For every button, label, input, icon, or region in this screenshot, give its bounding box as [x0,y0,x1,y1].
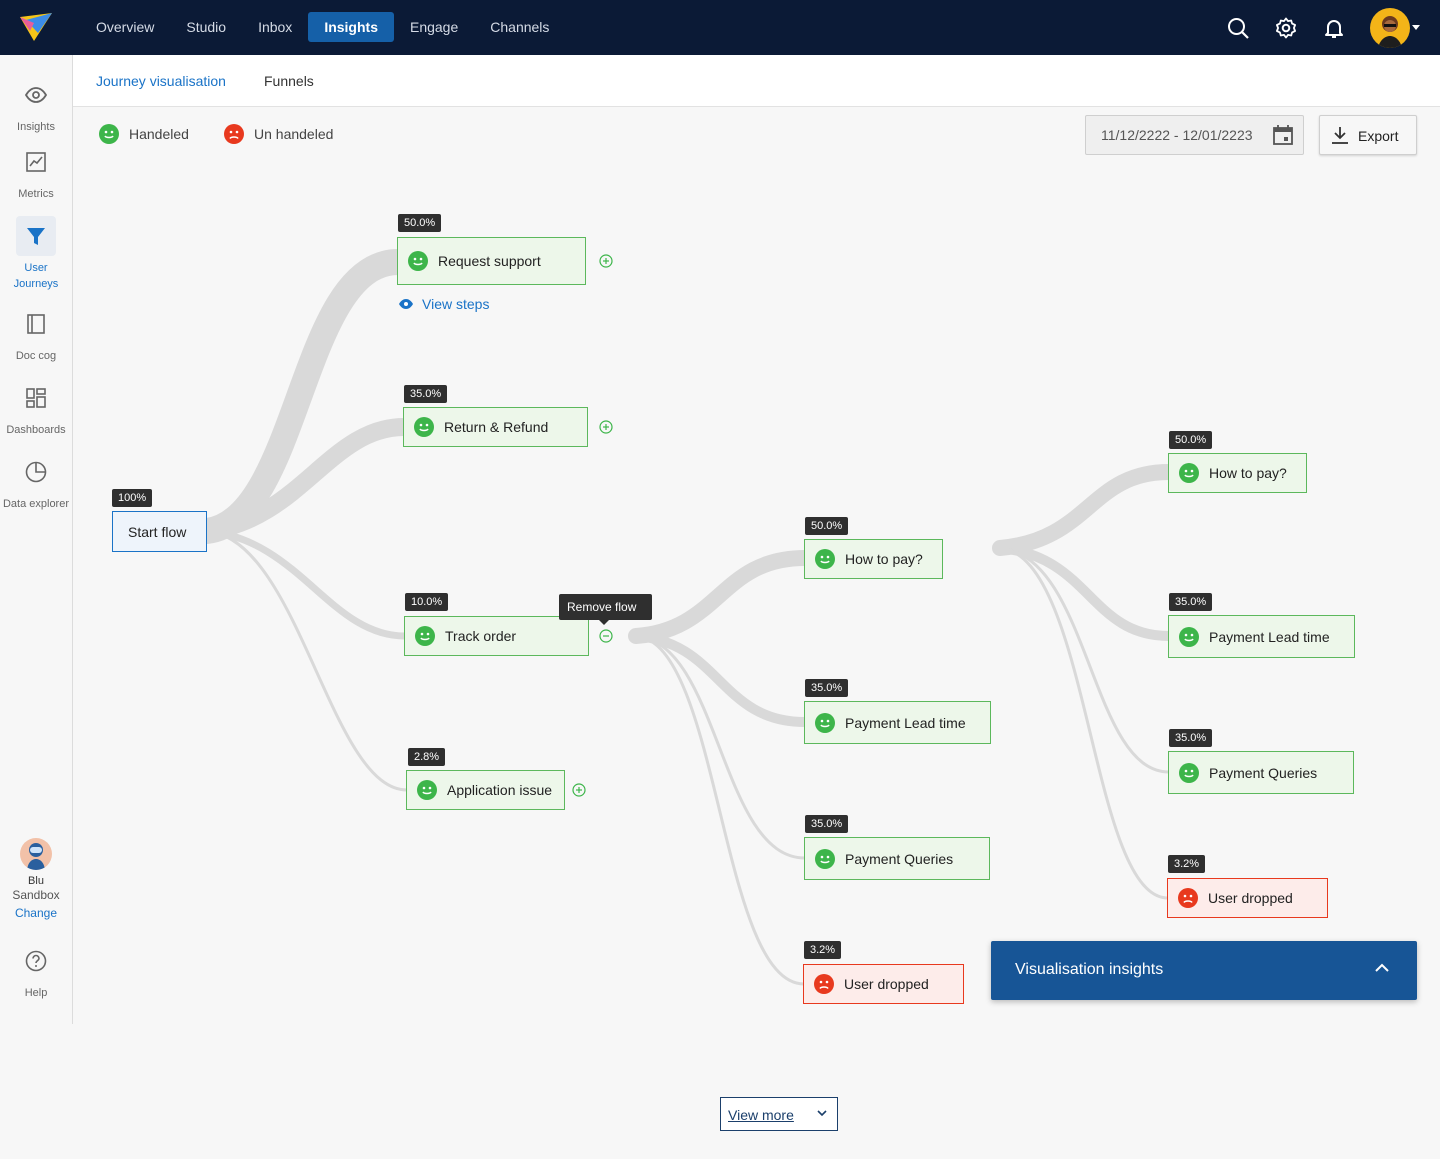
smile-face-icon [1179,463,1199,483]
visualisation-insights-panel[interactable]: Visualisation insights [991,941,1417,1000]
pct-badge-return-refund: 35.0% [404,385,448,403]
chevron-up-icon[interactable] [1375,963,1389,973]
pct-badge-l2-how-to-pay: 50.0% [805,517,849,535]
view-steps-link[interactable]: View steps [398,296,489,312]
flow-start-return-refund [198,418,413,540]
node-label: How to pay? [845,551,923,567]
smile-face-icon [417,780,437,800]
pct-badge-request-support: 50.0% [398,214,442,232]
node-return-refund[interactable]: Return & Refund [403,407,588,447]
node-l3-payment-lead-time[interactable]: Payment Lead time [1168,615,1355,658]
smile-face-icon [815,712,835,733]
add-flow-icon[interactable] [599,254,613,268]
node-application-issue[interactable]: Application issue [406,770,565,810]
flow-track-user-dropped [634,634,806,986]
flow-track-how-to-pay [628,550,813,644]
node-label: How to pay? [1209,465,1287,481]
smile-face-icon [815,549,835,569]
pct-badge-start: 100% [112,489,153,507]
insights-panel-title: Visualisation insights [1015,961,1164,978]
node-label: Payment Lead time [1209,628,1330,645]
smile-face-icon [408,251,428,271]
remove-flow-tooltip: Remove flow [559,594,652,625]
node-label: User dropped [844,976,929,992]
smile-face-icon [815,848,835,869]
view-steps-label: View steps [422,296,490,312]
node-label: Application issue [447,782,553,798]
node-label: Request support [438,253,541,269]
node-l2-how-to-pay[interactable]: How to pay? [804,539,943,579]
node-l2-payment-queries[interactable]: Payment Queries [804,837,990,880]
smile-face-icon [414,417,434,437]
flow-pay-how-to-pay [992,464,1177,556]
pct-badge-track-order: 10.0% [405,593,449,611]
node-l3-payment-queries[interactable]: Payment Queries [1168,751,1354,794]
flow-track-payment-queries [634,634,807,860]
view-more-label: View more [728,1107,794,1123]
add-flow-icon[interactable] [572,783,586,797]
node-label: User dropped [1208,890,1293,906]
chevron-down-icon [817,1110,827,1117]
remove-flow-icon[interactable] [599,629,613,643]
pct-badge-l3-payment-lead-time: 35.0% [1169,593,1213,611]
node-l2-user-dropped[interactable]: User dropped [803,964,964,1004]
view-more-button[interactable]: View more [720,1097,838,1131]
pct-badge-l3-user-dropped: 3.2% [1168,855,1206,873]
pct-badge-l3-how-to-pay: 50.0% [1169,431,1213,449]
node-request-support[interactable]: Request support [397,237,586,285]
smile-face-icon [1179,762,1199,783]
pct-badge-l2-user-dropped: 3.2% [804,941,842,959]
node-label: Return & Refund [444,419,549,435]
smile-face-icon [415,626,435,646]
pct-badge-application-issue: 2.8% [408,748,446,766]
flow-start-application-issue [205,529,409,792]
node-label: Payment Queries [845,850,954,867]
node-l3-user-dropped[interactable]: User dropped [1167,878,1328,918]
smile-face-icon [1179,626,1199,647]
node-start-flow[interactable]: Start flow [112,511,207,552]
flow-pay-user-dropped [998,546,1170,900]
eye-icon [399,299,413,309]
sad-face-icon [1178,888,1198,908]
add-flow-icon[interactable] [599,420,613,434]
node-label: Start flow [128,523,187,540]
pct-badge-l2-payment-queries: 35.0% [805,815,849,833]
node-track-order[interactable]: Track order [404,616,589,656]
node-label: Track order [445,628,517,644]
node-l3-how-to-pay[interactable]: How to pay? [1168,453,1307,493]
sad-face-icon [814,974,834,994]
node-l2-payment-lead-time[interactable]: Payment Lead time [804,701,991,744]
node-label: Payment Queries [1209,764,1318,781]
node-label: Payment Lead time [845,714,966,731]
pct-badge-l2-payment-lead-time: 35.0% [805,679,849,697]
pct-badge-l3-payment-queries: 35.0% [1169,729,1213,747]
flow-start-track-order [203,527,409,640]
flow-pay-payment-queries [998,546,1171,774]
